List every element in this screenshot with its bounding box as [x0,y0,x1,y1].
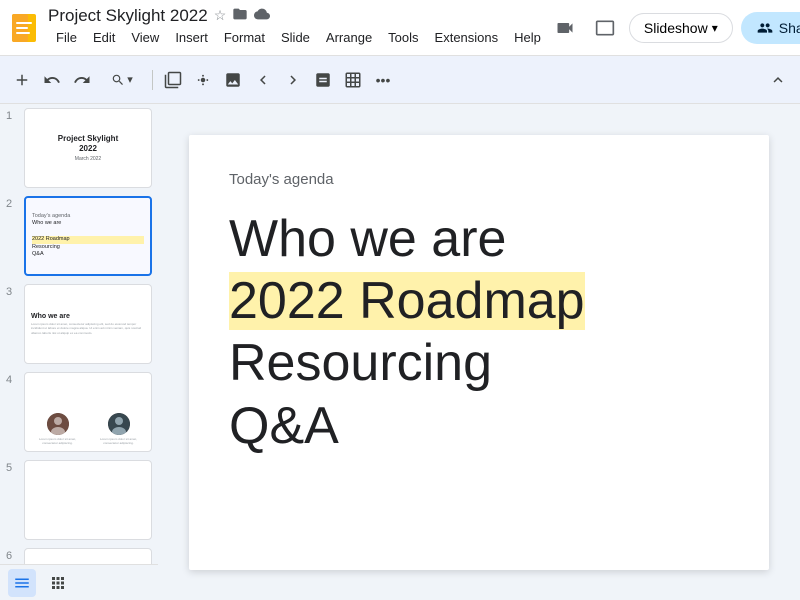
slide-item-1[interactable]: 1 Project Skylight2022 March 2022 [0,104,158,192]
main-area: 1 Project Skylight2022 March 2022 2 Toda… [0,104,800,600]
share-button[interactable]: Share [741,12,800,44]
agenda-item-1: Who we are [229,208,729,270]
agenda-item-4: Q&A [229,395,729,457]
cloud-icon[interactable] [254,6,270,25]
undo-tool[interactable] [38,66,66,94]
more-tools[interactable]: ••• [369,66,397,94]
slide-number-4: 4 [6,372,18,386]
add-tool[interactable] [8,66,36,94]
menu-insert[interactable]: Insert [167,26,216,49]
slide-thumb-6[interactable] [24,548,152,564]
image-tool[interactable] [219,66,247,94]
slide-number-1: 1 [6,108,18,122]
menu-help[interactable]: Help [506,26,549,49]
slide-1-title: Project Skylight2022 [58,134,118,155]
slideshow-label: Slideshow [644,20,708,36]
canvas-area: Today's agenda Who we are 2022 Roadmap R… [158,104,800,600]
prev-slide-tool[interactable] [249,66,277,94]
slide-item-3[interactable]: 3 Who we are Lorem ipsum dolor sit amet,… [0,280,158,368]
menu-arrange[interactable]: Arrange [318,26,380,49]
share-label: Share [779,20,800,36]
collapse-toolbar[interactable] [764,66,792,94]
select-tool[interactable] [159,66,187,94]
slides-app-icon [8,12,40,44]
slide-thumb-4[interactable]: Lorem ipsum dolor sit amet, consectetur … [24,372,152,452]
grid-view-button[interactable] [44,569,72,597]
agenda-item-2: 2022 Roadmap [229,270,729,332]
slides-panel-wrapper: 1 Project Skylight2022 March 2022 2 Toda… [0,104,158,600]
menu-slide[interactable]: Slide [273,26,318,49]
menu-edit[interactable]: Edit [85,26,123,49]
title-area: Project Skylight 2022 ☆ File Edit View I… [48,6,549,49]
avatar-circle-1 [47,413,69,435]
menu-view[interactable]: View [123,26,167,49]
table-tool[interactable] [339,66,367,94]
person-2-desc: Lorem ipsum dolor sit amet, consectetur … [92,437,145,445]
slide-thumb-2[interactable]: Today's agenda Who we are 2022 Roadmap R… [24,196,152,276]
menu-format[interactable]: Format [216,26,273,49]
slide-item-5[interactable]: 5 [0,456,158,544]
slide-number-3: 3 [6,284,18,298]
present-button[interactable] [589,12,621,44]
folder-icon[interactable] [232,6,248,25]
menu-extensions[interactable]: Extensions [427,26,507,49]
slide-number-6: 6 [6,548,18,562]
star-icon[interactable]: ☆ [214,7,227,24]
right-controls: Slideshow ▾ Share [549,12,800,44]
insert-image-tool[interactable] [309,66,337,94]
agenda-list: Who we are 2022 Roadmap Resourcing Q&A [229,208,729,458]
zoom-tool[interactable]: ▾ [98,66,146,94]
redo-tool[interactable] [68,66,96,94]
slide-2-title: Today's agenda [32,213,144,219]
menu-bar: File Edit View Insert Format Slide Arran… [48,26,549,49]
camera-button[interactable] [549,12,581,44]
menu-tools[interactable]: Tools [380,26,426,49]
slide-number-5: 5 [6,460,18,474]
slideshow-chevron: ▾ [712,21,718,35]
slideshow-button[interactable]: Slideshow ▾ [629,13,733,43]
menu-file[interactable]: File [48,26,85,49]
slide-3-lorem: Lorem ipsum dolor sit amet, consectetur … [31,322,145,335]
list-view-button[interactable] [8,569,36,597]
topbar: Project Skylight 2022 ☆ File Edit View I… [0,0,800,56]
slide-1-date: March 2022 [75,156,101,162]
slide-subtitle: Today's agenda [229,171,729,188]
slide-thumb-3[interactable]: Who we are Lorem ipsum dolor sit amet, c… [24,284,152,364]
slide-thumb-5[interactable] [24,460,152,540]
slide-item-2[interactable]: 2 Today's agenda Who we are 2022 Roadmap… [0,192,158,280]
next-slide-tool[interactable] [279,66,307,94]
avatar-circle-2 [108,413,130,435]
slide-thumb-1[interactable]: Project Skylight2022 March 2022 [24,108,152,188]
slide-number-2: 2 [6,196,18,210]
slide-2-item-3: Resourcing [32,244,144,252]
agenda-item-3: Resourcing [229,332,729,394]
move-tool[interactable] [189,66,217,94]
separator-1 [152,70,153,90]
slide-3-title: Who we are [31,313,70,320]
slide-2-item-4: Q&A [32,251,144,259]
doc-title[interactable]: Project Skylight 2022 [48,6,208,26]
slide-item-6[interactable]: 6 [0,544,158,564]
slide-2-item-2: 2022 Roadmap [32,236,144,244]
slide-canvas[interactable]: Today's agenda Who we are 2022 Roadmap R… [189,135,769,570]
slides-panel: 1 Project Skylight2022 March 2022 2 Toda… [0,104,158,564]
slide-item-4[interactable]: 4 Lorem ipsum dolor sit amet, consectetu… [0,368,158,456]
toolbar: ▾ ••• [0,56,800,104]
bottom-navigation [0,564,158,600]
slide-2-item-1: Who we are [32,220,144,228]
person-1-desc: Lorem ipsum dolor sit amet, consectetur … [31,437,84,445]
